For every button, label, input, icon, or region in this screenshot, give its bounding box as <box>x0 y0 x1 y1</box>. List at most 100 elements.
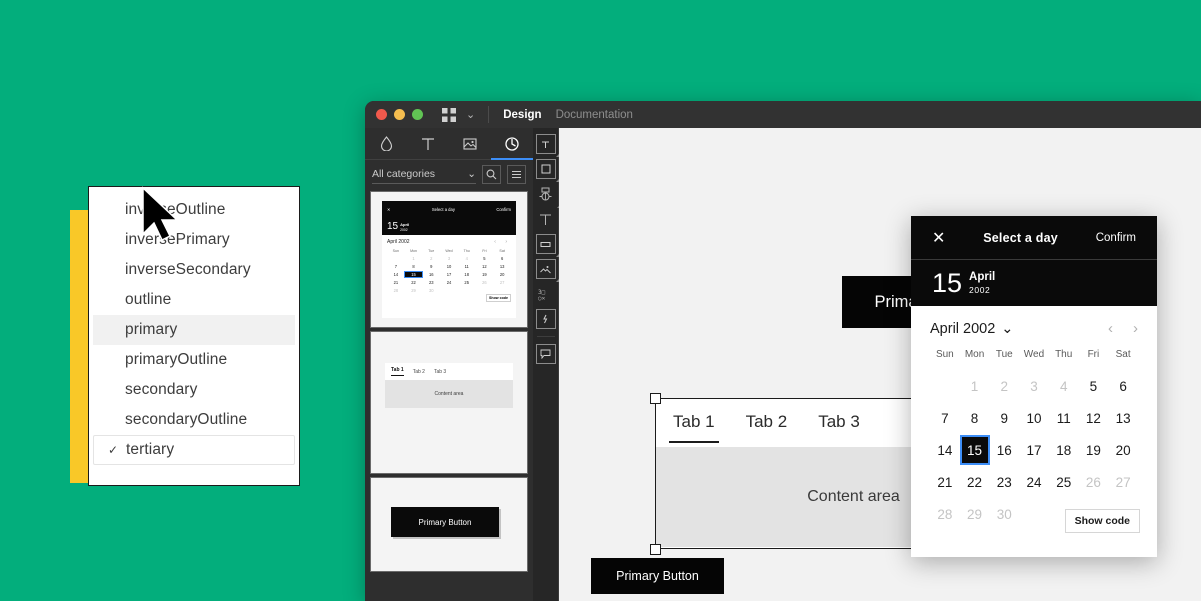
button-icon[interactable] <box>535 234 559 257</box>
prev-month-button[interactable]: ‹ <box>1108 320 1113 337</box>
calendar-day-15[interactable]: 15 <box>959 434 990 466</box>
image-icon[interactable] <box>535 259 559 282</box>
calendar-day-30[interactable]: 30 <box>989 498 1019 530</box>
category-select[interactable]: All categories ⌄ <box>372 165 476 184</box>
calendar-day-14[interactable]: 14 <box>930 434 960 466</box>
list-icon[interactable] <box>507 164 526 184</box>
mini-calendar-day-23: 23 <box>429 280 434 285</box>
menu-item-inversePrimary[interactable]: inversePrimary <box>93 225 295 255</box>
component-thumbnail-list: ✕ Select a day Confirm 15 April 2002 Apr… <box>365 188 533 601</box>
mini-dp-header: ✕ Select a day Confirm <box>382 201 516 217</box>
component-icon[interactable] <box>536 184 560 208</box>
chevron-down-icon: ⌄ <box>1001 320 1014 337</box>
calendar-day-24[interactable]: 24 <box>1019 466 1049 498</box>
calendar-day-12[interactable]: 12 <box>1079 402 1109 434</box>
primary-button-thumbnail[interactable]: Primary Button <box>370 477 528 572</box>
calendar-day-23[interactable]: 23 <box>989 466 1019 498</box>
calendar-day-8[interactable]: 8 <box>960 402 990 434</box>
dropdown-menu-list[interactable]: inverseOutline inversePrimary inverseSec… <box>88 186 300 486</box>
calendar-day-21[interactable]: 21 <box>930 466 960 498</box>
show-code-button[interactable]: Show code <box>1064 509 1140 533</box>
calendar-day-29[interactable]: 29 <box>960 498 990 530</box>
calendar-day-6[interactable]: 6 <box>1108 370 1138 402</box>
chevron-down-icon: ⌄ <box>467 167 476 180</box>
date-picker-header: ✕ Select a day Confirm <box>911 216 1157 260</box>
mini-calendar-day-3: 3 <box>447 256 451 261</box>
menu-item-tertiary[interactable]: ✓ tertiary <box>93 435 295 465</box>
mini-weekday-label: Mon <box>410 249 418 253</box>
canvas-tab-2[interactable]: Tab 2 <box>746 412 788 434</box>
menu-item-secondary[interactable]: secondary <box>93 375 295 405</box>
calendar-day-2[interactable]: 2 <box>989 370 1019 402</box>
mini-weekday-label: Fri <box>482 249 487 253</box>
menu-item-primaryOutline[interactable]: primaryOutline <box>93 345 295 375</box>
calendar-day-16[interactable]: 16 <box>989 434 1019 466</box>
canvas-tab-3[interactable]: Tab 3 <box>818 412 860 434</box>
date-picker-title: Select a day <box>983 230 1058 245</box>
confirm-button[interactable]: Confirm <box>1096 232 1136 244</box>
calendar-day-19[interactable]: 19 <box>1079 434 1109 466</box>
code-icon[interactable] <box>535 309 556 329</box>
month-selector[interactable]: April 2002 ⌄ <box>930 321 1013 337</box>
menu-item-label: secondary <box>125 381 198 398</box>
maximize-window-button[interactable] <box>412 109 423 120</box>
close-icon[interactable]: ✕ <box>932 228 945 248</box>
mini-dp-grid: Sun Mon Tue Wed Thu Fri Sat 1 2 3 4 5 6 7 8 9 10 11 12 13 14… <box>387 249 511 293</box>
canvas-tab-1[interactable]: Tab 1 <box>669 412 719 443</box>
components-icon[interactable] <box>491 128 533 159</box>
chevron-down-icon[interactable]: ⌄ <box>466 108 475 121</box>
mini-dp-nav: ‹ › <box>494 239 511 245</box>
menu-item-inverseSecondary[interactable]: inverseSecondary <box>93 255 295 285</box>
calendar-day-3[interactable]: 3 <box>1019 370 1049 402</box>
calendar-day-20[interactable]: 20 <box>1108 434 1138 466</box>
close-window-button[interactable] <box>376 109 387 120</box>
calendar-day-17[interactable]: 17 <box>1019 434 1049 466</box>
minimize-window-button[interactable] <box>394 109 405 120</box>
text-icon[interactable] <box>536 209 556 229</box>
canvas-primary-button-small[interactable]: Primary Button <box>591 558 724 594</box>
calendar-day-4[interactable]: 4 <box>1049 370 1079 402</box>
typography-icon[interactable] <box>407 128 449 159</box>
tabs-thumbnail[interactable]: Tab 1 Tab 2 Tab 3 Content area <box>370 331 528 474</box>
calendar-day-18[interactable]: 18 <box>1049 434 1079 466</box>
mini-dp-day: 15 <box>387 221 399 232</box>
calendar-day-10[interactable]: 10 <box>1019 402 1049 434</box>
image-icon[interactable] <box>449 128 491 159</box>
menu-item-outline[interactable]: outline <box>93 285 295 315</box>
mini-calendar-day-29: 29 <box>411 288 416 293</box>
calendar-day-28[interactable]: 28 <box>930 498 960 530</box>
selected-month-year: April 2002 <box>969 270 995 296</box>
calendar-day-9[interactable]: 9 <box>989 402 1019 434</box>
date-picker-thumbnail[interactable]: ✕ Select a day Confirm 15 April 2002 Apr… <box>370 191 528 328</box>
resize-handle-top-left[interactable] <box>649 392 661 404</box>
calendar-day-26[interactable]: 26 <box>1079 466 1109 498</box>
color-droplet-icon[interactable] <box>365 128 407 159</box>
calendar-day-7[interactable]: 7 <box>930 402 960 434</box>
comment-icon[interactable] <box>535 344 556 364</box>
calendar-day-1[interactable]: 1 <box>960 370 990 402</box>
mini-dp-month: April <box>400 222 410 227</box>
menu-item-inverseOutline[interactable]: inverseOutline <box>93 195 295 225</box>
calendar-day-27[interactable]: 27 <box>1108 466 1138 498</box>
tab-design[interactable]: Design <box>503 109 541 121</box>
search-icon[interactable] <box>482 164 501 184</box>
calendar-day-11[interactable]: 11 <box>1049 402 1079 434</box>
calendar-day-13[interactable]: 13 <box>1108 402 1138 434</box>
calendar-day-5[interactable]: 5 <box>1079 370 1109 402</box>
calendar-day-22[interactable]: 22 <box>960 466 990 498</box>
grid-view-icon[interactable] <box>442 107 456 122</box>
calendar-day-25[interactable]: 25 <box>1049 466 1079 498</box>
menu-item-secondaryOutline[interactable]: secondaryOutline <box>93 405 295 435</box>
mini-dp-calendar-header: April 2002 ‹ › <box>387 239 511 245</box>
mini-calendar-day-empty <box>440 288 458 293</box>
next-month-button[interactable]: › <box>1133 320 1138 337</box>
mini-weekday-label: Wed <box>445 249 453 253</box>
mini-calendar-day-5: 5 <box>483 256 486 261</box>
weekday-label: Thu <box>1055 349 1073 360</box>
menu-item-primary[interactable]: primary <box>93 315 295 345</box>
vector-icon[interactable]: 3□ ○✕ <box>536 284 556 304</box>
rectangle-icon[interactable] <box>535 159 559 182</box>
resize-handle-bottom-left[interactable] <box>649 543 661 555</box>
tab-documentation[interactable]: Documentation <box>556 109 633 121</box>
frame-icon[interactable] <box>535 134 559 157</box>
